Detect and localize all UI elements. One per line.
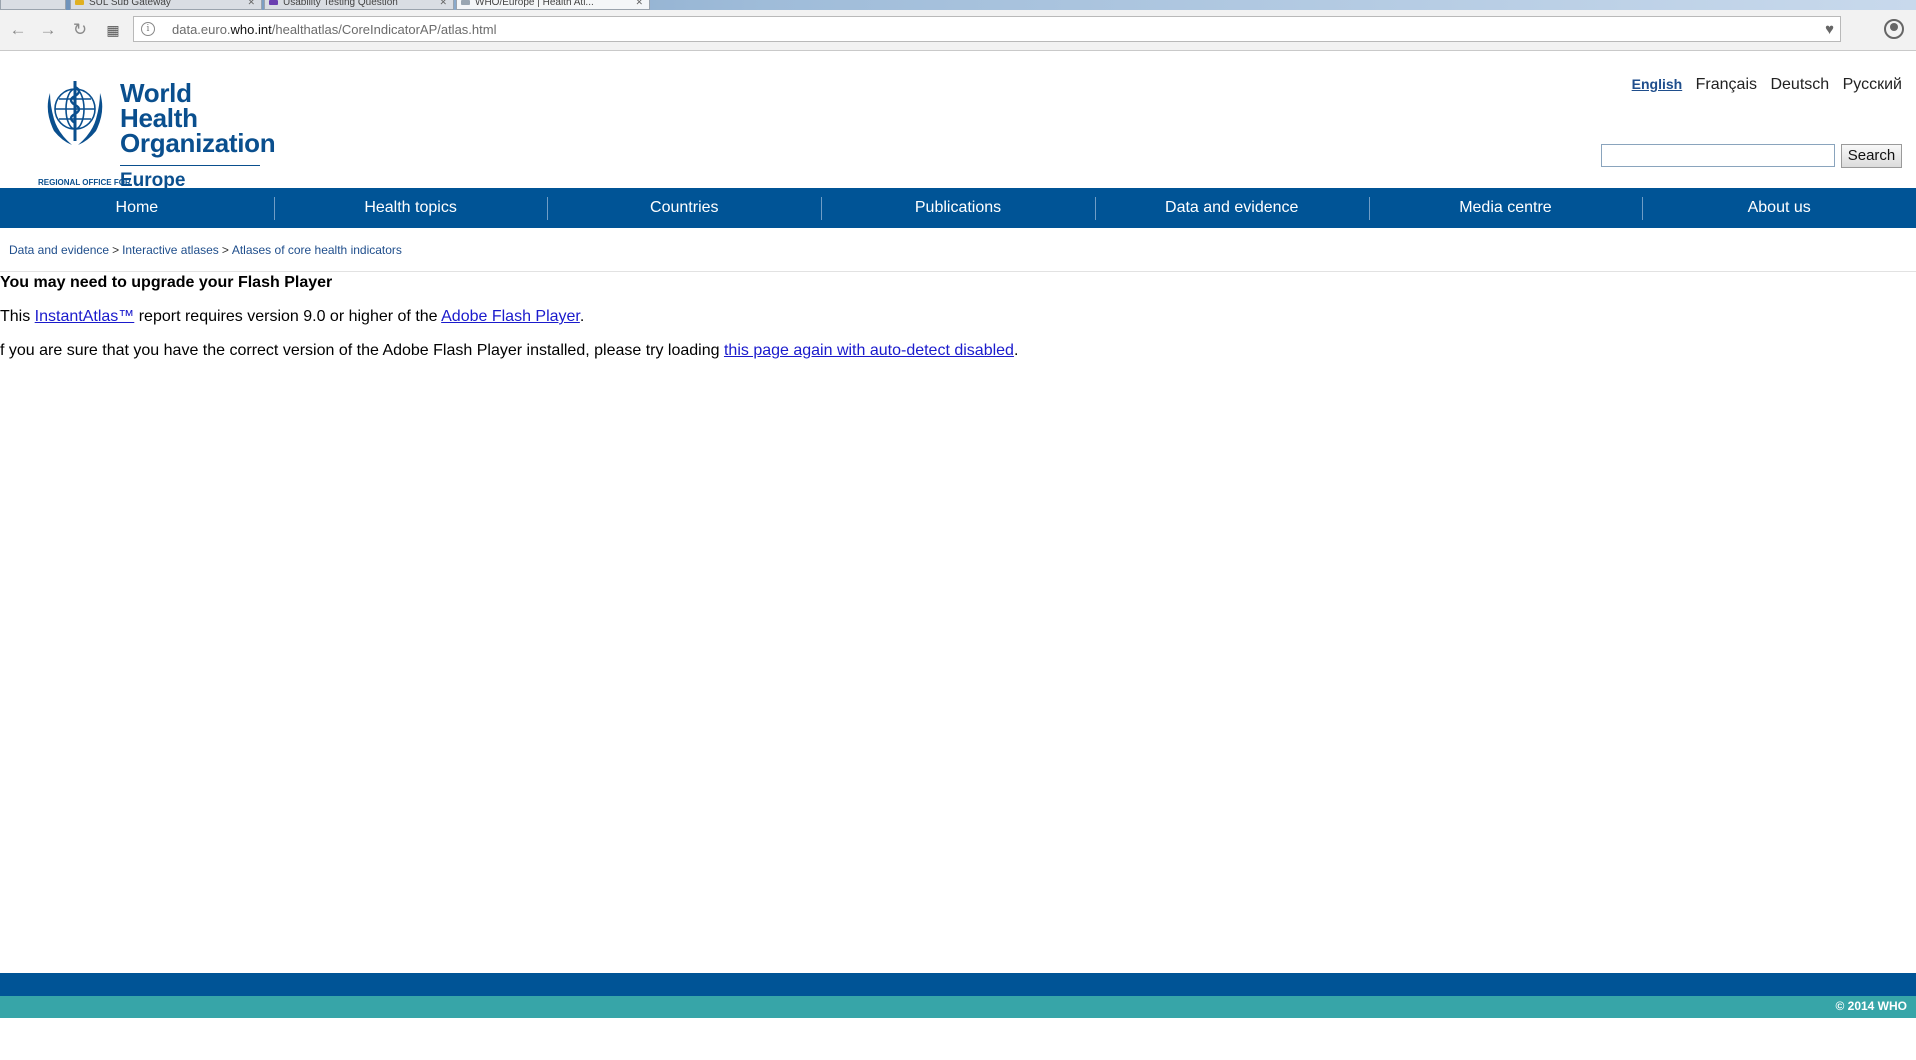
org-name: World Health Organization bbox=[120, 78, 276, 158]
browser-tab-2[interactable]: Usability Testing Question ✕ bbox=[264, 0, 454, 10]
logo-divider bbox=[120, 165, 260, 166]
who-emblem-icon bbox=[47, 81, 103, 145]
p1-text-middle: report requires version 9.0 or higher of… bbox=[134, 308, 442, 325]
language-russian[interactable]: Русский bbox=[1843, 76, 1902, 93]
search-button[interactable]: Search bbox=[1841, 144, 1902, 168]
auto-detect-disabled-link[interactable]: this page again with auto-detect disable… bbox=[724, 342, 1014, 359]
footer-band-teal: © 2014 WHO bbox=[0, 996, 1916, 1018]
nav-item-countries[interactable]: Countries bbox=[547, 188, 821, 228]
language-francais[interactable]: Français bbox=[1696, 76, 1757, 93]
flash-upgrade-heading: You may need to upgrade your Flash Playe… bbox=[0, 274, 333, 291]
nav-item-publications[interactable]: Publications bbox=[821, 188, 1095, 228]
browser-tab-strip: SUL Sub Gateway ✕ Usability Testing Ques… bbox=[0, 0, 1916, 10]
account-icon[interactable] bbox=[1884, 19, 1904, 39]
flash-requirement-text: This InstantAtlas™ report requires versi… bbox=[0, 308, 584, 326]
browser-tab-1[interactable]: SUL Sub Gateway ✕ bbox=[70, 0, 262, 10]
close-icon[interactable]: ✕ bbox=[247, 0, 255, 7]
nav-item-health-topics[interactable]: Health topics bbox=[273, 188, 548, 228]
browser-tab-label: SUL Sub Gateway bbox=[89, 0, 171, 8]
close-icon[interactable]: ✕ bbox=[439, 0, 447, 7]
language-deutsch[interactable]: Deutsch bbox=[1770, 76, 1829, 93]
tab-favicon-icon bbox=[269, 0, 278, 5]
site-info-icon[interactable]: i bbox=[141, 22, 155, 36]
search-input[interactable] bbox=[1601, 144, 1835, 167]
p1-text-before: This bbox=[0, 308, 35, 325]
tab-favicon-icon bbox=[461, 0, 470, 5]
nav-item-about-us[interactable]: About us bbox=[1642, 188, 1916, 228]
tab-favicon-icon bbox=[75, 0, 84, 5]
who-logo[interactable]: World Health Organization REGIONAL OFFIC… bbox=[36, 75, 276, 191]
p2-text-after: . bbox=[1013, 342, 1019, 359]
copyright-text: © 2014 WHO bbox=[1835, 999, 1907, 1013]
browser-tab-label: WHO/Europe | Health Atl... bbox=[475, 0, 594, 8]
breadcrumb-item-atlases-core-indicators[interactable]: Atlases of core health indicators bbox=[232, 243, 402, 257]
instantatlas-link[interactable]: InstantAtlas™ bbox=[35, 308, 135, 325]
site-header: World Health Organization REGIONAL OFFIC… bbox=[0, 51, 1916, 191]
address-bar[interactable]: i data.euro.who.int/healthatlas/CoreIndi… bbox=[133, 16, 1841, 42]
auto-detect-text: f you are sure that you have the correct… bbox=[0, 342, 1018, 360]
language-switcher: English Français Deutsch Русский bbox=[1623, 76, 1902, 94]
url-prefix: data.euro. bbox=[172, 22, 231, 37]
language-english[interactable]: English bbox=[1632, 76, 1683, 92]
forward-arrow-icon[interactable]: → bbox=[37, 19, 59, 41]
org-name-line2: Organization bbox=[120, 128, 276, 158]
bookmark-heart-icon[interactable]: ♥ bbox=[1825, 21, 1834, 38]
footer-band-blue bbox=[0, 973, 1916, 996]
p1-text-after: . bbox=[579, 308, 585, 325]
adobe-flash-player-link[interactable]: Adobe Flash Player bbox=[441, 308, 580, 325]
breadcrumb-divider bbox=[0, 271, 1916, 272]
back-arrow-icon[interactable]: ← bbox=[7, 19, 29, 41]
reload-icon[interactable]: ↻ bbox=[69, 19, 91, 41]
address-url[interactable]: data.euro.who.int/healthatlas/CoreIndica… bbox=[172, 22, 496, 37]
nav-item-data-and-evidence[interactable]: Data and evidence bbox=[1094, 188, 1369, 228]
breadcrumb-separator: > bbox=[112, 243, 120, 257]
nav-item-home[interactable]: Home bbox=[0, 188, 274, 228]
org-name-line1: World Health bbox=[120, 78, 198, 133]
browser-tab-3[interactable]: WHO/Europe | Health Atl... ✕ bbox=[456, 0, 650, 10]
browser-toolbar: ← → ↻ ▦ i data.euro.who.int/healthatlas/… bbox=[0, 10, 1916, 51]
breadcrumb-item-interactive-atlases[interactable]: Interactive atlases bbox=[122, 243, 219, 257]
regional-office-label: REGIONAL OFFICE FOR bbox=[38, 178, 131, 187]
browser-tab-0[interactable] bbox=[0, 0, 66, 10]
main-nav: Home Health topics Countries Publication… bbox=[0, 188, 1916, 228]
apps-grid-icon[interactable]: ▦ bbox=[102, 19, 124, 41]
close-icon[interactable]: ✕ bbox=[635, 0, 643, 7]
nav-item-media-centre[interactable]: Media centre bbox=[1368, 188, 1643, 228]
url-domain: who.int bbox=[230, 22, 272, 37]
url-path: /healthatlas/CoreIndicatorAP/atlas.html bbox=[271, 22, 497, 37]
p2-text-before: f you are sure that you have the correct… bbox=[0, 342, 724, 359]
breadcrumb-separator: > bbox=[221, 243, 229, 257]
browser-tab-label: Usability Testing Question bbox=[283, 0, 398, 8]
breadcrumb-item-data-and-evidence[interactable]: Data and evidence bbox=[9, 243, 109, 257]
breadcrumb: Data and evidence > Interactive atlases > At… bbox=[9, 243, 402, 257]
